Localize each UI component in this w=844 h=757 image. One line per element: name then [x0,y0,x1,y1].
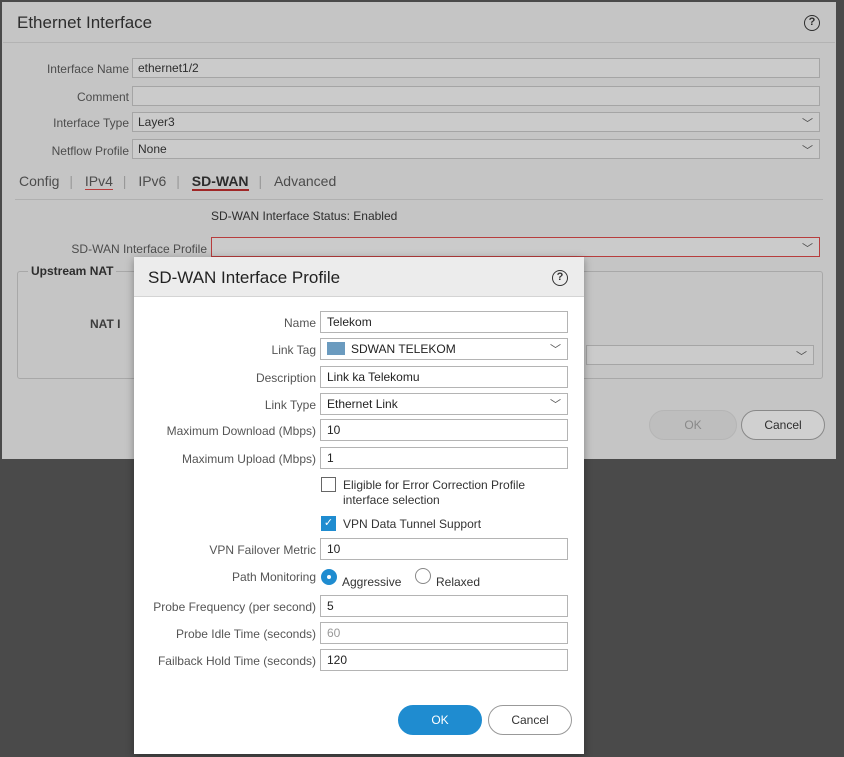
failback-label: Failback Hold Time (seconds) [157,654,316,668]
probe-idle-input[interactable]: 60 [320,622,568,644]
modal-title: SD-WAN Interface Profile [148,268,341,287]
probe-frequency-label: Probe Frequency (per second) [153,600,316,614]
radio-aggressive[interactable] [321,569,337,585]
sdwan-interface-profile-modal: SD-WAN Interface Profile ? Name Telekom … [134,257,584,754]
vpn-failover-label: VPN Failover Metric [209,543,316,557]
vpn-tunnel-checkbox[interactable]: ✓ [321,516,336,531]
max-upload-input[interactable]: 1 [320,447,568,469]
chevron-down-icon: ﹀ [550,399,561,411]
help-icon[interactable]: ? [552,270,568,286]
link-type-label: Link Type [264,398,316,412]
probe-idle-label: Probe Idle Time (seconds) [175,627,316,641]
link-tag-value: SDWAN TELEKOM [351,342,456,356]
name-label: Name [283,316,316,330]
link-type-value: Ethernet Link [327,397,398,411]
radio-relaxed[interactable] [415,568,431,584]
max-download-label: Maximum Download (Mbps) [166,424,316,438]
link-tag-select[interactable]: SDWAN TELEKOM ﹀ [320,338,568,360]
link-tag-label: Link Tag [271,343,316,357]
description-label: Description [255,371,316,385]
probe-frequency-input[interactable]: 5 [320,595,568,617]
failback-input[interactable]: 120 [320,649,568,671]
name-input[interactable]: Telekom [320,311,568,333]
relaxed-label: Relaxed [436,575,481,589]
ok-button[interactable]: OK [398,705,482,735]
eligible-label-line1: Eligible for Error Correction Profile [343,478,526,492]
description-input[interactable]: Link ka Telekomu [320,366,568,388]
chevron-down-icon: ﹀ [550,344,561,356]
path-monitoring-label: Path Monitoring [231,570,316,584]
tag-color-swatch [327,342,345,355]
eligible-label-line2: interface selection [343,493,440,507]
eligible-checkbox[interactable] [321,477,336,492]
aggressive-label: Aggressive [342,575,402,589]
vpn-failover-input[interactable]: 10 [320,538,568,560]
vpn-tunnel-label: VPN Data Tunnel Support [343,517,482,531]
max-download-input[interactable]: 10 [320,419,568,441]
modal-header: SD-WAN Interface Profile ? [134,257,584,297]
link-type-select[interactable]: Ethernet Link ﹀ [320,393,568,415]
cancel-button[interactable]: Cancel [488,705,572,735]
max-upload-label: Maximum Upload (Mbps) [181,452,316,466]
